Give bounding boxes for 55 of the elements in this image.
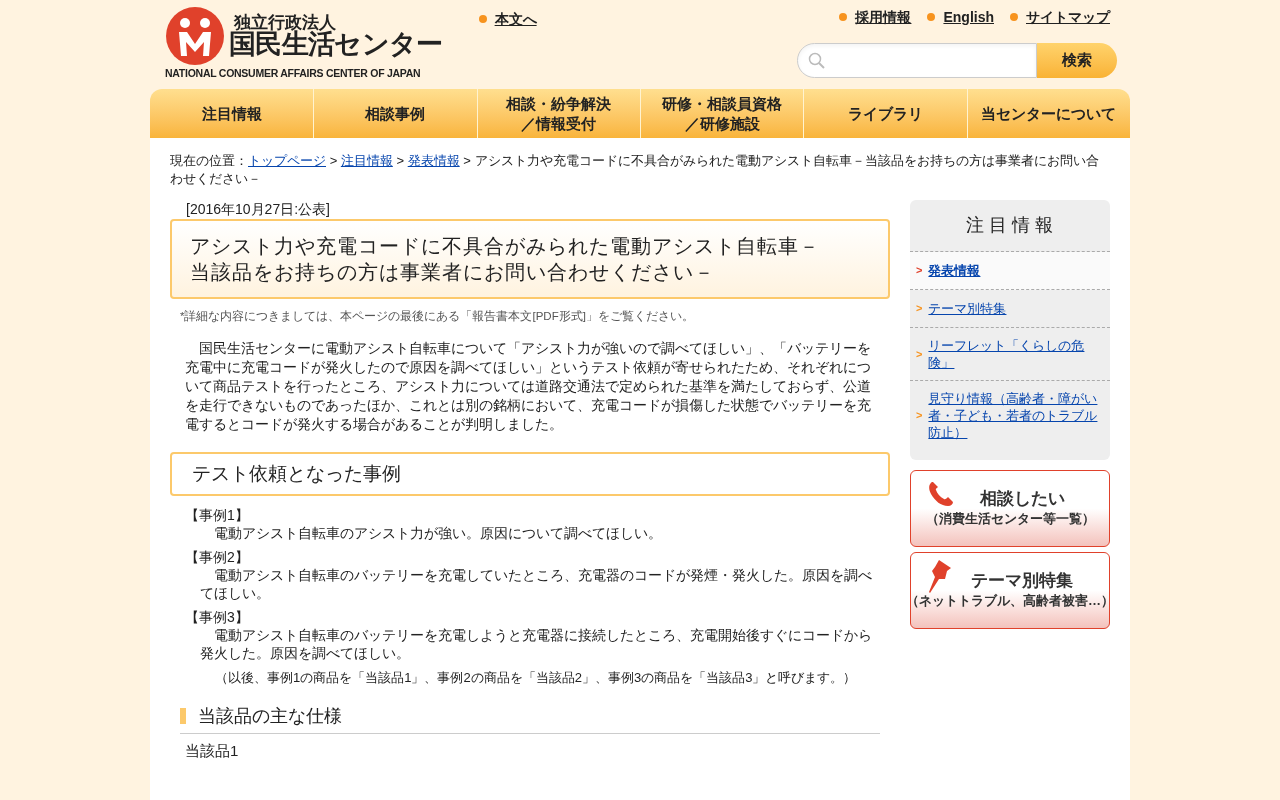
lead-paragraph: 国民生活センターに電動アシスト自転車について「アシスト力が強いので調べてほしい」、「バッテリーを充電中に充電コードが発火したので原因を調べてほしい」というテスト依頼が寄せられたため、それぞれについて商品テストを行ったところ、アシスト力については道路交通法で定められた基準を満たしておらず、公道を走行できないものであったほか、これとは別の銘柄において、充電コードが損傷した状態でバッテリーを充電するとコードが発火する場合があることが判明しました。 — [184, 339, 872, 435]
nav-tab[interactable]: 研修・相談員資格 ／研修施設 — [640, 89, 804, 138]
case-label: 【事例1】 — [185, 506, 250, 525]
search-field[interactable] — [797, 43, 1037, 78]
banner-link[interactable]: テーマ別特集 （ネットトラブル、高齢者被害…） — [910, 552, 1110, 629]
chevron: > — [916, 346, 923, 362]
publish-date: [2016年10月27日:公表] — [185, 200, 331, 218]
logo-icon — [165, 6, 225, 66]
nav-tab[interactable]: 相談・紛争解決 ／情報受付 — [476, 89, 640, 138]
cases-note: （以後、事例1の商品を「当該品1」、事例2の商品を「当該品2」、事例3の商品を「当該品3」と呼びます。） — [214, 669, 858, 688]
nav-tab[interactable]: ライブラリ — [803, 89, 967, 138]
subsection-heading: 当該品の主な仕様 — [198, 705, 342, 728]
utility-link[interactable]: 採用情報 — [855, 7, 912, 27]
breadcrumb-link[interactable]: 発表情報 — [407, 153, 460, 168]
bullet-icon — [478, 15, 487, 23]
skip-link[interactable]: 本文へ — [494, 9, 537, 29]
nav-tab[interactable]: 相談事例 — [313, 89, 477, 138]
bullet-icon — [1010, 13, 1018, 21]
chevron: > — [916, 408, 923, 423]
case-label: 【事例3】 — [185, 608, 250, 627]
chevron: > — [916, 301, 923, 316]
org-english-name: NATIONAL CONSUMER AFFAIRS CENTER OF JAPAN — [165, 66, 422, 81]
pushpin-icon — [927, 559, 953, 595]
sidebar-link[interactable]: テーマ別特集 — [928, 300, 1007, 317]
breadcrumb-link[interactable]: トップページ — [248, 153, 326, 168]
sidebar-item[interactable]: > 見守り情報（高齢者・障がい者・子ども・若者のトラブル防止） — [910, 381, 1110, 450]
utility-link[interactable]: English — [943, 7, 994, 27]
org-name: 国民生活センター — [229, 31, 443, 58]
bullet-icon — [927, 13, 936, 21]
case-label: 【事例2】 — [185, 548, 250, 567]
sidebar-link[interactable]: 発表情報 — [928, 262, 981, 279]
nav-tab[interactable]: 当センターについて — [966, 89, 1130, 138]
item-label: 当該品1 — [184, 742, 240, 761]
org-subtitle: 独立行政法人 — [234, 14, 337, 31]
utility-link[interactable]: サイトマップ — [1026, 7, 1110, 27]
sidebar-item[interactable]: > 発表情報 — [910, 252, 1110, 290]
heading-marker — [180, 708, 186, 725]
detail-note: *詳細な内容につきましては、本ページの最後にある「報告書本文[PDF形式]」をご覧ください。 — [179, 309, 695, 325]
nav-tab[interactable]: 注目情報 — [150, 89, 314, 138]
case-text: 電動アシスト自転車のバッテリーを充電していたところ、充電器のコードが発煙・発火した。原因を調べてほしい。 — [199, 566, 873, 603]
section-heading: テスト依頼となった事例 — [170, 452, 890, 497]
search-button[interactable]: 検索 — [1037, 43, 1117, 78]
article-title: アシスト力や充電コードに不具合がみられた電動アシスト自転車－ 当該品をお持ちの方は事業者にお問い合わせください－ — [170, 219, 890, 299]
chevron: > — [916, 263, 923, 278]
sidebar-link[interactable]: リーフレット「くらしの危険」 — [928, 337, 1102, 371]
case-text: 電動アシスト自転車のバッテリーを充電しようと充電器に接続したところ、充電開始後すぐにコードから発火した。原因を調べてほしい。 — [199, 626, 873, 663]
breadcrumb-link[interactable]: 注目情報 — [340, 153, 393, 168]
bullet-icon — [839, 13, 848, 21]
search-icon — [808, 51, 826, 70]
breadcrumb: 現在の位置：トップページ > 注目情報 > 発表情報 > アシスト力や充電コードに不具合がみられた電動アシスト自転車－当該品をお持ちの方は事業者にお問い合わせください－ — [170, 152, 1100, 188]
sidebar-item[interactable]: > テーマ別特集 — [910, 290, 1110, 328]
sidebar-link[interactable]: 見守り情報（高齢者・障がい者・子ども・若者のトラブル防止） — [928, 390, 1102, 441]
banner-link[interactable]: 相談したい （消費生活センター等一覧） — [910, 470, 1110, 547]
case-text: 電動アシスト自転車のアシスト力が強い。原因について調べてほしい。 — [213, 524, 663, 543]
phone-icon — [926, 479, 956, 509]
